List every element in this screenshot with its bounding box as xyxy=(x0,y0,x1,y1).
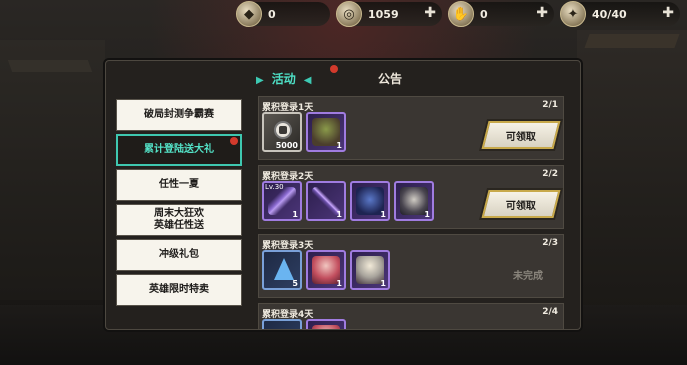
resource-hand: ✋ 0 ✚ xyxy=(448,1,554,27)
diamond-icon: ◆ xyxy=(236,1,262,27)
claim-button[interactable]: 可领取 xyxy=(481,121,561,149)
add-hand-button[interactable]: ✚ xyxy=(536,5,548,21)
item-count: 1 xyxy=(336,210,342,219)
claim-label: 可领取 xyxy=(506,200,536,212)
crystal-icon xyxy=(274,258,294,280)
claim-label: 可领取 xyxy=(506,131,536,143)
resource-coin: ◎ 1059 ✚ xyxy=(336,1,442,27)
left-building xyxy=(0,40,105,300)
reward-item-crystal[interactable] xyxy=(262,319,302,329)
arrow-right-icon: ▶ xyxy=(256,75,264,86)
coin-icon: ◎ xyxy=(336,1,362,27)
reward-list[interactable]: 累积登录1天 2/1 5000 1 可领取 累积登录2天 2/2 Lv.30 1… xyxy=(258,96,564,329)
reward-items: Lv.30 1 1 1 1 xyxy=(262,181,434,221)
item-level: Lv.30 xyxy=(265,183,284,191)
tab-notice[interactable]: 公告 xyxy=(378,70,402,87)
reward-item-coin[interactable]: 5000 xyxy=(262,112,302,152)
item-count: 1 xyxy=(336,279,342,288)
sidebar-item-hero-sale[interactable]: 英雄限时特卖 xyxy=(116,274,242,306)
reward-item-hero[interactable]: 1 xyxy=(394,181,434,221)
left-roof xyxy=(7,60,93,72)
reward-item-hero[interactable]: 1 xyxy=(350,181,390,221)
sidebar-item-level-pack[interactable]: 冲级礼包 xyxy=(116,239,242,271)
reward-item-hero[interactable]: 1 xyxy=(306,250,346,290)
sidebar: 破局封测争霸赛 累计登陆送大礼 任性一夏 周末大狂欢 英雄任性送 冲级礼包 英雄… xyxy=(116,99,242,309)
resource-diamond: ◆ 0 xyxy=(236,1,330,27)
row-progress: 2/1 xyxy=(542,100,558,110)
notification-dot xyxy=(330,65,338,73)
reward-item-weapon[interactable]: Lv.30 1 xyxy=(262,181,302,221)
sidebar-item-label: 破局封测争霸赛 xyxy=(144,109,214,120)
coin-icon xyxy=(274,121,292,139)
resource-value: 0 xyxy=(480,7,488,21)
tab-bar: ▶ 活动 ◀ 公告 xyxy=(106,61,580,95)
item-count: 1 xyxy=(380,279,386,288)
resource-bar: ◆ 0 ◎ 1059 ✚ ✋ 0 ✚ ✦ 40/40 ✚ xyxy=(236,1,681,28)
row-progress: 2/4 xyxy=(542,307,558,317)
sidebar-item-weekend[interactable]: 周末大狂欢 英雄任性送 xyxy=(116,204,242,236)
resource-value: 1059 xyxy=(368,7,399,21)
item-count: 1 xyxy=(380,210,386,219)
sidebar-item-label: 任性一夏 xyxy=(159,179,199,190)
arrow-left-icon: ◀ xyxy=(303,75,312,86)
claim-button[interactable]: 可领取 xyxy=(481,190,561,218)
reward-item-hero[interactable]: 1 xyxy=(350,250,390,290)
sidebar-item-summer[interactable]: 任性一夏 xyxy=(116,169,242,201)
item-count: 5000 xyxy=(275,141,298,150)
resource-stamina: ✦ 40/40 ✚ xyxy=(560,1,680,27)
right-building xyxy=(577,30,687,310)
reward-items: 5 1 1 xyxy=(262,250,390,290)
reward-row: 累积登录3天 2/3 5 1 1 未完成 xyxy=(258,234,564,298)
reward-item-hero[interactable] xyxy=(306,319,346,329)
stamina-icon: ✦ xyxy=(560,1,586,27)
sidebar-item-label: 累计登陆送大礼 xyxy=(144,144,214,155)
reward-item-weapon[interactable]: 1 xyxy=(306,181,346,221)
sidebar-item-login-gift[interactable]: 累计登陆送大礼 xyxy=(116,134,242,166)
add-stamina-button[interactable]: ✚ xyxy=(662,5,674,21)
resource-value: 40/40 xyxy=(592,7,627,21)
right-roof xyxy=(584,34,680,48)
reward-item-crystal[interactable]: 5 xyxy=(262,250,302,290)
sidebar-item-tournament[interactable]: 破局封测争霸赛 xyxy=(116,99,242,131)
tab-label: 活动 xyxy=(271,72,296,86)
reward-items xyxy=(262,319,346,329)
sidebar-item-label: 英雄限时特卖 xyxy=(149,284,209,295)
incomplete-status: 未完成 xyxy=(513,271,543,282)
reward-row: 累积登录4天 2/4 xyxy=(258,303,564,329)
reward-row: 累积登录2天 2/2 Lv.30 1 1 1 1 可领取 xyxy=(258,165,564,229)
item-count: 1 xyxy=(292,210,298,219)
add-coin-button[interactable]: ✚ xyxy=(424,5,436,21)
event-panel: ▶ 活动 ◀ 公告 破局封测争霸赛 累计登陆送大礼 任性一夏 周末大狂欢 英雄任性送… xyxy=(105,60,581,330)
row-progress: 2/3 xyxy=(542,238,558,248)
item-count: 1 xyxy=(424,210,430,219)
resource-value: 0 xyxy=(268,7,276,21)
tab-activity[interactable]: ▶ 活动 ◀ xyxy=(256,70,311,87)
item-count: 5 xyxy=(292,279,298,288)
row-progress: 2/2 xyxy=(542,169,558,179)
notification-dot xyxy=(230,137,238,145)
red-hair-hero-icon xyxy=(312,325,340,329)
sidebar-item-label: 冲级礼包 xyxy=(159,249,199,260)
reward-row: 累积登录1天 2/1 5000 1 可领取 xyxy=(258,96,564,160)
sidebar-item-label: 周末大狂欢 英雄任性送 xyxy=(154,208,204,231)
reward-item-hero[interactable]: 1 xyxy=(306,112,346,152)
reward-items: 5000 1 xyxy=(262,112,346,152)
item-count: 1 xyxy=(336,141,342,150)
hand-icon: ✋ xyxy=(448,1,474,27)
